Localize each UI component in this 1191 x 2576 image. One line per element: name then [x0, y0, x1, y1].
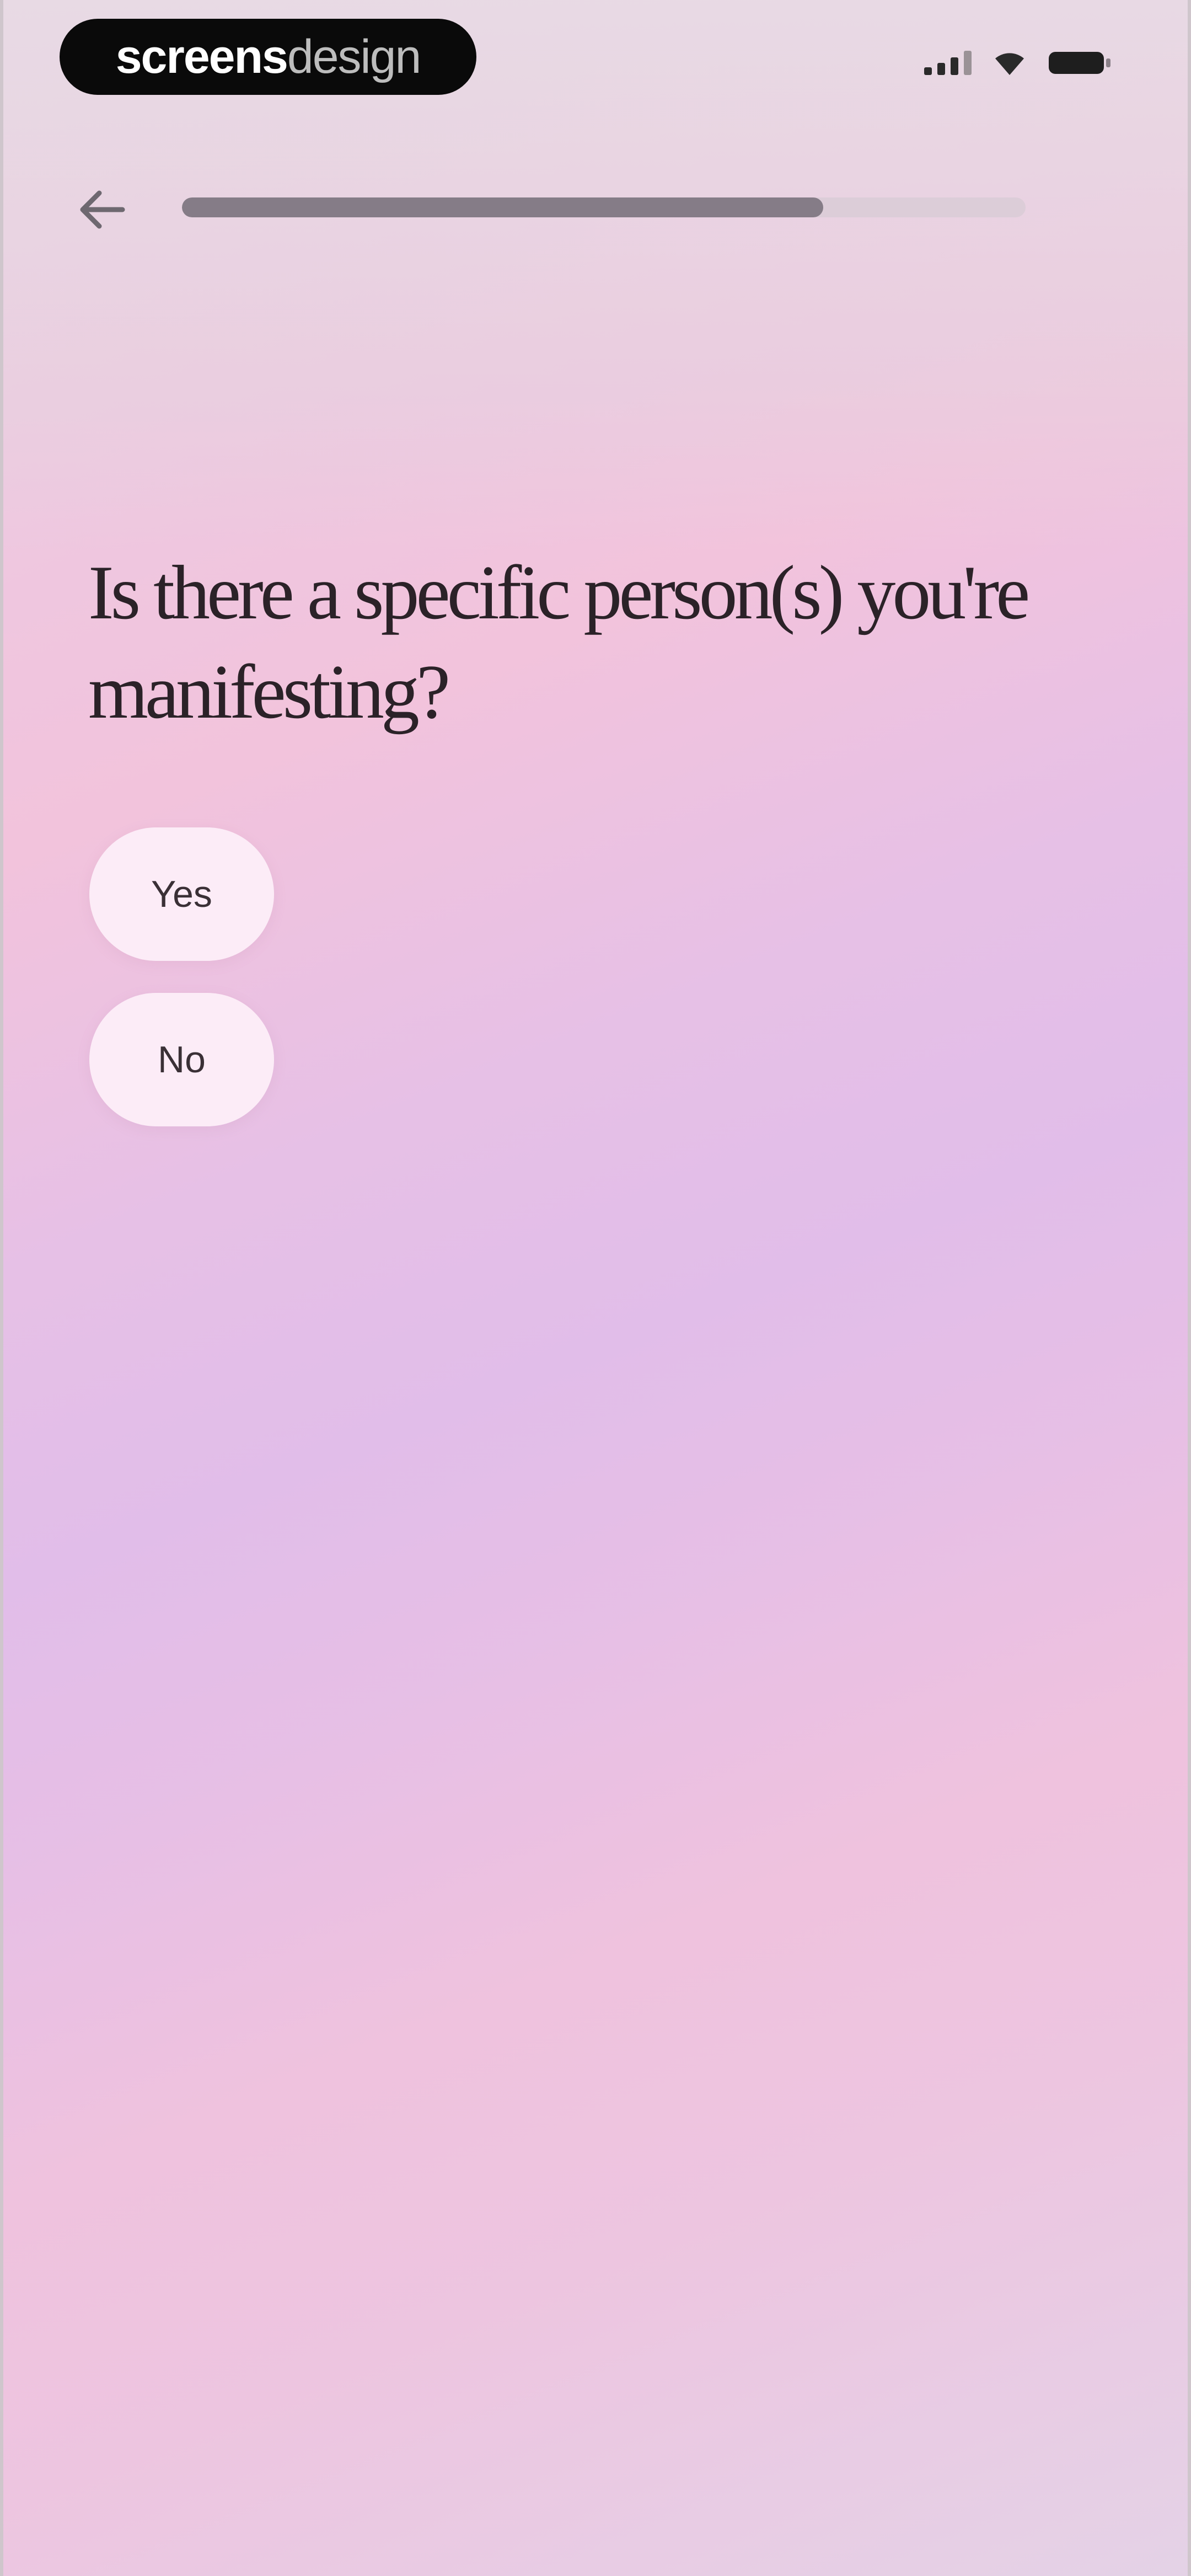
status-bar-icons: [924, 49, 1114, 77]
brand-watermark: screens design: [60, 19, 476, 95]
progress-bar: [182, 197, 1026, 217]
brand-name-strong: screens: [115, 30, 288, 83]
back-button[interactable]: [72, 182, 132, 237]
battery-icon: [1049, 52, 1110, 74]
signal-icon: [924, 51, 972, 75]
answer-options: Yes No: [89, 827, 274, 1126]
arrow-left-icon: [80, 190, 125, 229]
answer-yes-button[interactable]: Yes: [89, 827, 274, 961]
question-title: Is there a specific person(s) you're man…: [88, 550, 1030, 735]
wifi-icon: [995, 53, 1024, 75]
brand-name-light: design: [287, 30, 421, 83]
progress-fill: [182, 197, 823, 217]
device-frame: [0, 0, 1191, 2576]
answer-no-button[interactable]: No: [89, 993, 274, 1126]
